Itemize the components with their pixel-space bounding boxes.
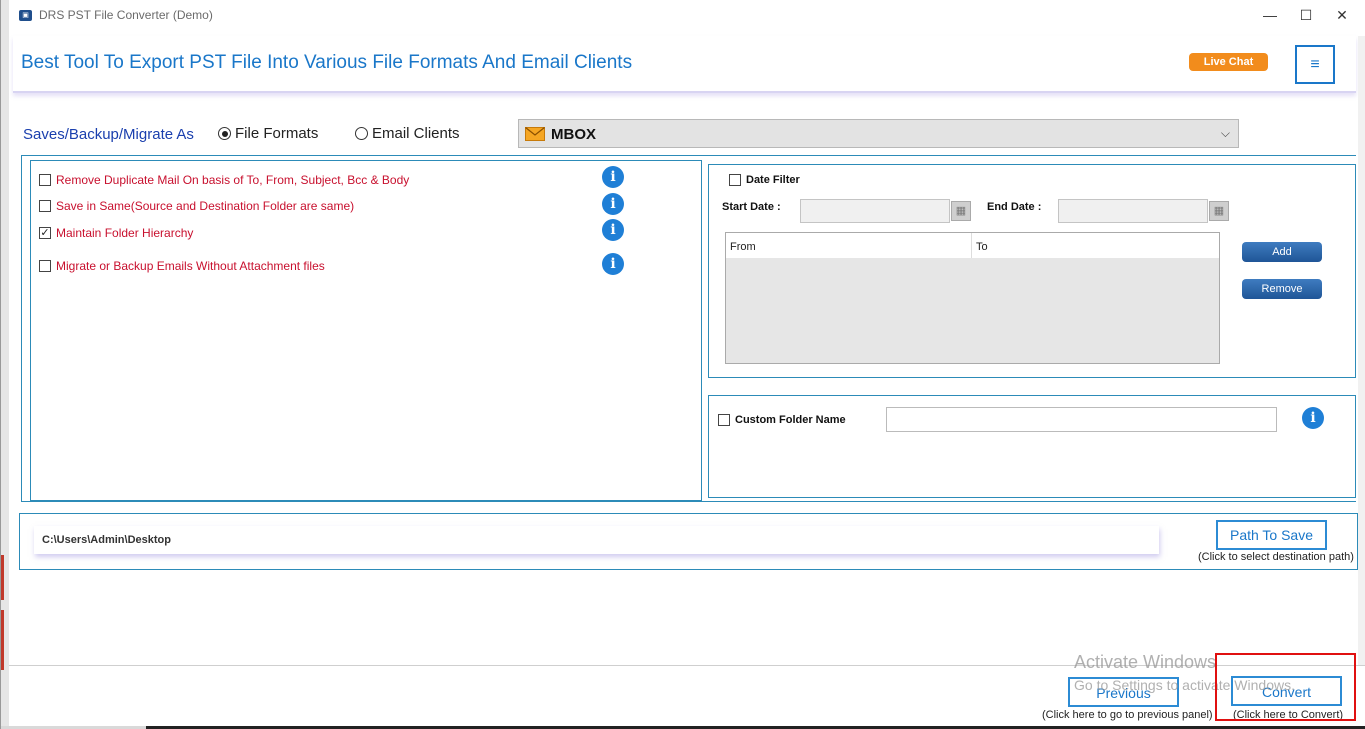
app-icon: ▣ bbox=[19, 10, 32, 21]
scrollbar-track[interactable] bbox=[1358, 36, 1365, 666]
checkbox[interactable] bbox=[39, 200, 51, 212]
title-bar: ▣ DRS PST File Converter (Demo) — ☐ ✕ bbox=[9, 0, 1365, 32]
radio-email-clients[interactable]: Email Clients bbox=[355, 125, 460, 142]
path-hint: (Click to select destination path) bbox=[1198, 551, 1354, 563]
path-to-save-button[interactable]: Path To Save bbox=[1216, 520, 1327, 550]
custom-folder-panel: Custom Folder Name i bbox=[708, 395, 1356, 498]
checkbox[interactable] bbox=[729, 174, 741, 186]
app-header: Best Tool To Export PST File Into Variou… bbox=[13, 36, 1356, 93]
options-panel: Remove Duplicate Mail On basis of To, Fr… bbox=[30, 160, 702, 501]
info-icon[interactable]: i bbox=[602, 166, 624, 188]
option-label: Remove Duplicate Mail On basis of To, Fr… bbox=[56, 173, 410, 187]
menu-button[interactable]: ≡ bbox=[1295, 45, 1335, 84]
date-range-table[interactable]: From To bbox=[725, 232, 1220, 364]
date-filter-panel: Date Filter Start Date : ▦ End Date : ▦ … bbox=[708, 164, 1356, 378]
start-date-input[interactable] bbox=[800, 199, 950, 223]
column-header-from: From bbox=[726, 233, 972, 258]
background-window-strip bbox=[1, 0, 9, 729]
checkbox[interactable] bbox=[39, 260, 51, 272]
column-header-to: To bbox=[976, 241, 988, 253]
remove-button[interactable]: Remove bbox=[1242, 279, 1322, 299]
end-date-label: End Date : bbox=[987, 201, 1042, 213]
hamburger-icon: ≡ bbox=[1310, 56, 1320, 73]
custom-folder-toggle[interactable]: Custom Folder Name bbox=[718, 414, 846, 426]
date-filter-toggle[interactable]: Date Filter bbox=[729, 174, 800, 186]
info-icon[interactable]: i bbox=[602, 253, 624, 275]
previous-hint: (Click here to go to previous panel) bbox=[1042, 709, 1213, 721]
info-icon[interactable]: i bbox=[1302, 407, 1324, 429]
option-label: Save in Same(Source and Destination Fold… bbox=[56, 199, 355, 213]
checkbox[interactable] bbox=[39, 174, 51, 186]
end-date-input[interactable] bbox=[1058, 199, 1208, 223]
option-label: Maintain Folder Hierarchy bbox=[56, 226, 194, 240]
option-remove-duplicate[interactable]: Remove Duplicate Mail On basis of To, Fr… bbox=[39, 173, 409, 187]
destination-path-field[interactable]: C:\Users\Admin\Desktop bbox=[34, 526, 1159, 554]
envelope-icon bbox=[525, 127, 545, 141]
live-chat-button[interactable]: Live Chat bbox=[1189, 53, 1268, 71]
option-without-attachment[interactable]: Migrate or Backup Emails Without Attachm… bbox=[39, 259, 325, 273]
header-title: Best Tool To Export PST File Into Variou… bbox=[21, 52, 633, 73]
option-save-in-same[interactable]: Save in Same(Source and Destination Fold… bbox=[39, 199, 354, 213]
activation-watermark-title: Activate Windows bbox=[1074, 652, 1217, 672]
background-accent bbox=[1, 610, 4, 670]
format-dropdown[interactable]: MBOX ⌵ bbox=[518, 119, 1239, 148]
format-value: MBOX bbox=[551, 126, 596, 143]
add-button[interactable]: Add bbox=[1242, 242, 1322, 262]
radio-button-checked[interactable] bbox=[218, 127, 231, 140]
path-panel: C:\Users\Admin\Desktop Path To Save (Cli… bbox=[19, 513, 1358, 570]
date-filter-label: Date Filter bbox=[746, 174, 800, 186]
custom-folder-input[interactable] bbox=[886, 407, 1277, 432]
info-icon[interactable]: i bbox=[602, 193, 624, 215]
calendar-icon[interactable]: ▦ bbox=[951, 201, 971, 221]
save-as-label: Saves/Backup/Migrate As bbox=[23, 126, 194, 143]
option-label: Migrate or Backup Emails Without Attachm… bbox=[56, 259, 325, 273]
minimize-button[interactable]: — bbox=[1255, 4, 1285, 26]
radio-label: File Formats bbox=[235, 125, 319, 142]
radio-label: Email Clients bbox=[372, 125, 460, 142]
chevron-down-icon: ⌵ bbox=[1220, 126, 1230, 140]
radio-file-formats[interactable]: File Formats bbox=[218, 125, 318, 142]
calendar-icon[interactable]: ▦ bbox=[1209, 201, 1229, 221]
custom-folder-label: Custom Folder Name bbox=[735, 414, 846, 426]
background-accent bbox=[1, 555, 4, 600]
close-button[interactable]: ✕ bbox=[1327, 4, 1357, 26]
app-window: ▣ DRS PST File Converter (Demo) — ☐ ✕ Be… bbox=[0, 0, 1365, 729]
checkbox[interactable] bbox=[718, 414, 730, 426]
table-header: From To bbox=[726, 233, 1219, 258]
option-maintain-hierarchy[interactable]: ✓ Maintain Folder Hierarchy bbox=[39, 226, 193, 240]
maximize-button[interactable]: ☐ bbox=[1291, 4, 1321, 26]
info-icon[interactable]: i bbox=[602, 219, 624, 241]
radio-button[interactable] bbox=[355, 127, 368, 140]
checkbox-checked[interactable]: ✓ bbox=[39, 227, 51, 239]
start-date-label: Start Date : bbox=[722, 201, 781, 213]
highlight-box bbox=[1215, 653, 1356, 721]
window-title: DRS PST File Converter (Demo) bbox=[39, 8, 213, 22]
